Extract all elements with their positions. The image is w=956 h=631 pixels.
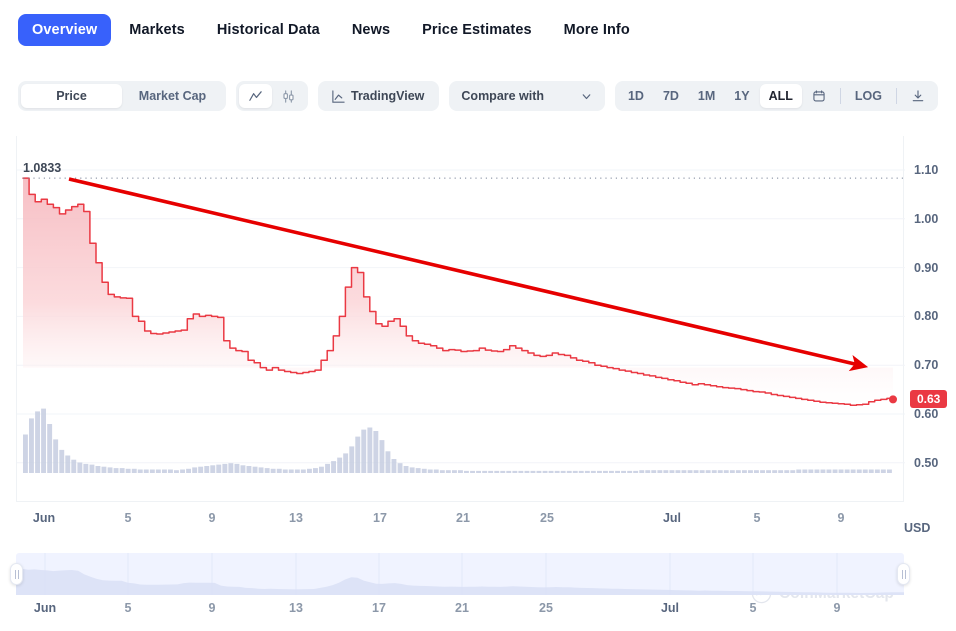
tradingview-label: TradingView	[351, 89, 425, 103]
y-axis-tick: 0.60	[914, 407, 939, 421]
navigator-x-axis-tick: 13	[289, 601, 303, 615]
time-range-group: 1D 7D 1M 1Y ALL LOG	[614, 81, 938, 111]
compare-with-label: Compare with	[461, 89, 545, 103]
y-axis-tick: 0.90	[914, 260, 939, 275]
navigator-x-axis-tick: 9	[208, 601, 216, 615]
navigator-x-axis: Jun 5 9 13 17 21 25 Jul 5 9	[16, 601, 904, 621]
calendar-button[interactable]	[803, 84, 835, 108]
compare-with-dropdown[interactable]: Compare with	[449, 81, 605, 111]
nav-tab-overview[interactable]: Overview	[18, 14, 112, 46]
range-button-all[interactable]: ALL	[759, 84, 802, 108]
y-axis-currency-label: USD	[904, 521, 931, 535]
nav-tab-price-estimates[interactable]: Price Estimates	[408, 14, 546, 46]
x-axis-tick: Jun	[32, 511, 56, 525]
line-chart-button[interactable]	[239, 84, 272, 108]
range-button-1m[interactable]: 1M	[689, 84, 724, 108]
navigator-x-axis-tick: 5	[749, 601, 757, 615]
y-axis-tick: 0.70	[914, 358, 939, 373]
navigator-x-axis-tick: 21	[455, 601, 469, 615]
candlestick-icon	[281, 89, 296, 104]
chevron-down-icon	[580, 90, 593, 103]
x-axis-tick: 5	[753, 511, 761, 525]
navigator-preview-chart	[16, 553, 904, 595]
chart-type-toggle	[236, 81, 308, 111]
range-button-1d[interactable]: 1D	[619, 84, 653, 108]
x-axis-tick: Jul	[662, 511, 682, 525]
handle-grip-icon	[14, 569, 19, 579]
navigator-x-axis-tick: 9	[833, 601, 841, 615]
tradingview-button[interactable]: TradingView	[321, 84, 436, 108]
y-axis: 1.10 1.00 0.90 0.80 0.70 0.60 0.50 0.63	[904, 136, 956, 502]
y-axis-tick: 1.00	[914, 211, 939, 226]
x-axis-tick: 9	[837, 511, 845, 525]
line-chart-icon	[248, 89, 263, 104]
navigator-x-axis-tick: 5	[124, 601, 132, 615]
download-icon	[911, 89, 925, 103]
navigator-handle-left[interactable]	[10, 563, 23, 585]
price-chart[interactable]: 1.0833 CoinMarketCap	[16, 136, 905, 604]
toolbar-divider	[896, 88, 897, 104]
x-axis-tick: 5	[124, 511, 132, 525]
price-marketcap-toggle: Price Market Cap	[18, 81, 226, 111]
navigator-x-axis-tick: Jun	[33, 601, 57, 615]
chart-range-navigator[interactable]	[10, 553, 910, 595]
market-cap-tab[interactable]: Market Cap	[122, 84, 223, 108]
nav-tab-historical-data[interactable]: Historical Data	[203, 14, 334, 46]
candlestick-chart-button[interactable]	[272, 84, 305, 108]
nav-tab-news[interactable]: News	[338, 14, 404, 46]
coin-nav-tabs: Overview Markets Historical Data News Price …	[0, 0, 956, 60]
y-axis-tick: 0.50	[914, 455, 939, 470]
current-price-badge: 0.63	[910, 390, 948, 409]
navigator-x-axis-tick: Jul	[660, 601, 680, 615]
range-button-7d[interactable]: 7D	[654, 84, 688, 108]
download-button[interactable]	[902, 84, 934, 108]
price-tab[interactable]: Price	[21, 84, 122, 108]
tradingview-icon	[331, 89, 346, 104]
x-axis-tick: 13	[289, 511, 303, 525]
navigator-x-axis-tick: 25	[539, 601, 553, 615]
tradingview-group: TradingView	[318, 81, 440, 111]
x-axis-tick: 25	[540, 511, 554, 525]
price-chart-page: Overview Markets Historical Data News Price …	[0, 0, 956, 631]
x-axis: Jun 5 9 13 17 21 25 Jul 5 9	[16, 511, 904, 531]
peak-price-label: 1.0833	[23, 161, 61, 175]
chart-toolbar: Price Market Cap TradingView Compare wit…	[0, 78, 956, 114]
nav-tab-markets[interactable]: Markets	[115, 14, 199, 46]
chart-plot-area: 1.0833	[16, 136, 905, 502]
range-button-1y[interactable]: 1Y	[725, 84, 758, 108]
toolbar-divider	[839, 88, 841, 104]
nav-tab-more-info[interactable]: More Info	[550, 14, 644, 46]
x-axis-tick: 9	[208, 511, 216, 525]
x-axis-tick: 21	[456, 511, 470, 525]
y-axis-tick: 0.80	[914, 309, 939, 324]
navigator-x-axis-tick: 17	[372, 601, 386, 615]
navigator-handle-right[interactable]	[897, 563, 910, 585]
y-axis-tick: 1.10	[914, 163, 939, 177]
calendar-icon	[812, 89, 826, 103]
handle-grip-icon	[901, 569, 906, 579]
chart-svg: 1.0833	[17, 161, 905, 473]
x-axis-tick: 17	[373, 511, 387, 525]
log-scale-button[interactable]: LOG	[846, 84, 891, 108]
